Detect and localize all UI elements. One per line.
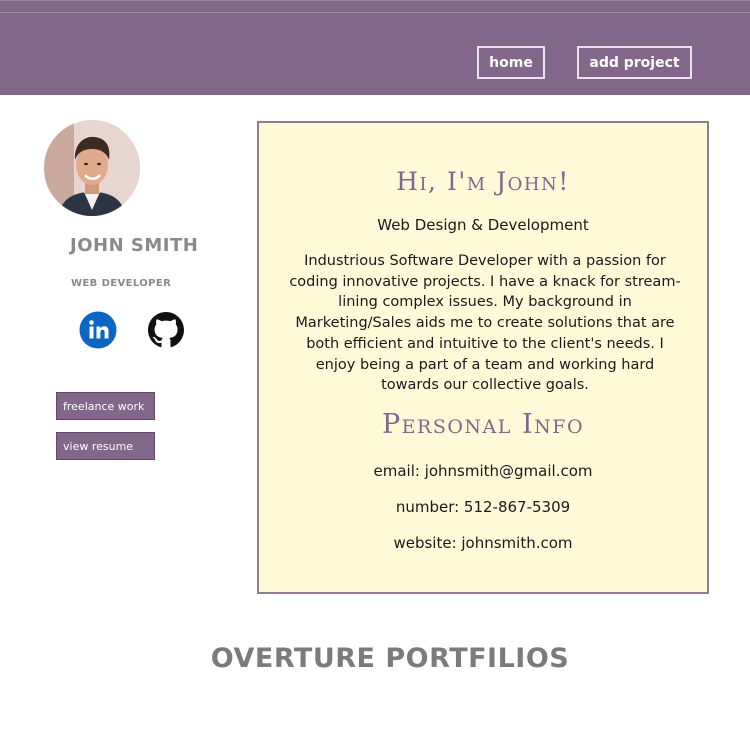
github-link[interactable] (147, 311, 185, 349)
greeting-heading: Hi, I'm John! (396, 167, 570, 196)
linkedin-link[interactable] (79, 311, 117, 349)
header-bar: home add project (0, 0, 750, 95)
home-button[interactable]: home (477, 46, 545, 79)
about-card: Hi, I'm John! Web Design & Development I… (257, 121, 709, 594)
bio-text: Industrious Software Developer with a pa… (289, 253, 681, 394)
personal-info-heading: Personal Info (381, 409, 585, 440)
page: home add project JOHN SMITH WEB DEVELOPE… (0, 0, 750, 750)
avatar (44, 120, 140, 216)
profile-name: JOHN SMITH (70, 235, 199, 256)
linkedin-icon (79, 311, 117, 349)
website-text: website: johnsmith.com (393, 534, 573, 552)
phone-text: number: 512-867-5309 (395, 498, 571, 516)
profile-title: WEB DEVELOPER (71, 278, 172, 289)
role-subtitle: Web Design & Development (377, 216, 589, 234)
avatar-image (44, 120, 140, 216)
view-resume-button[interactable]: view resume (56, 432, 155, 460)
github-icon (148, 312, 184, 348)
portfolios-heading: OVERTURE PORTFILIOS (210, 643, 570, 674)
add-project-button[interactable]: add project (577, 46, 692, 79)
email-text: email: johnsmith@gmail.com (373, 462, 593, 480)
header-divider (0, 12, 750, 13)
freelance-work-button[interactable]: freelance work (56, 392, 155, 420)
